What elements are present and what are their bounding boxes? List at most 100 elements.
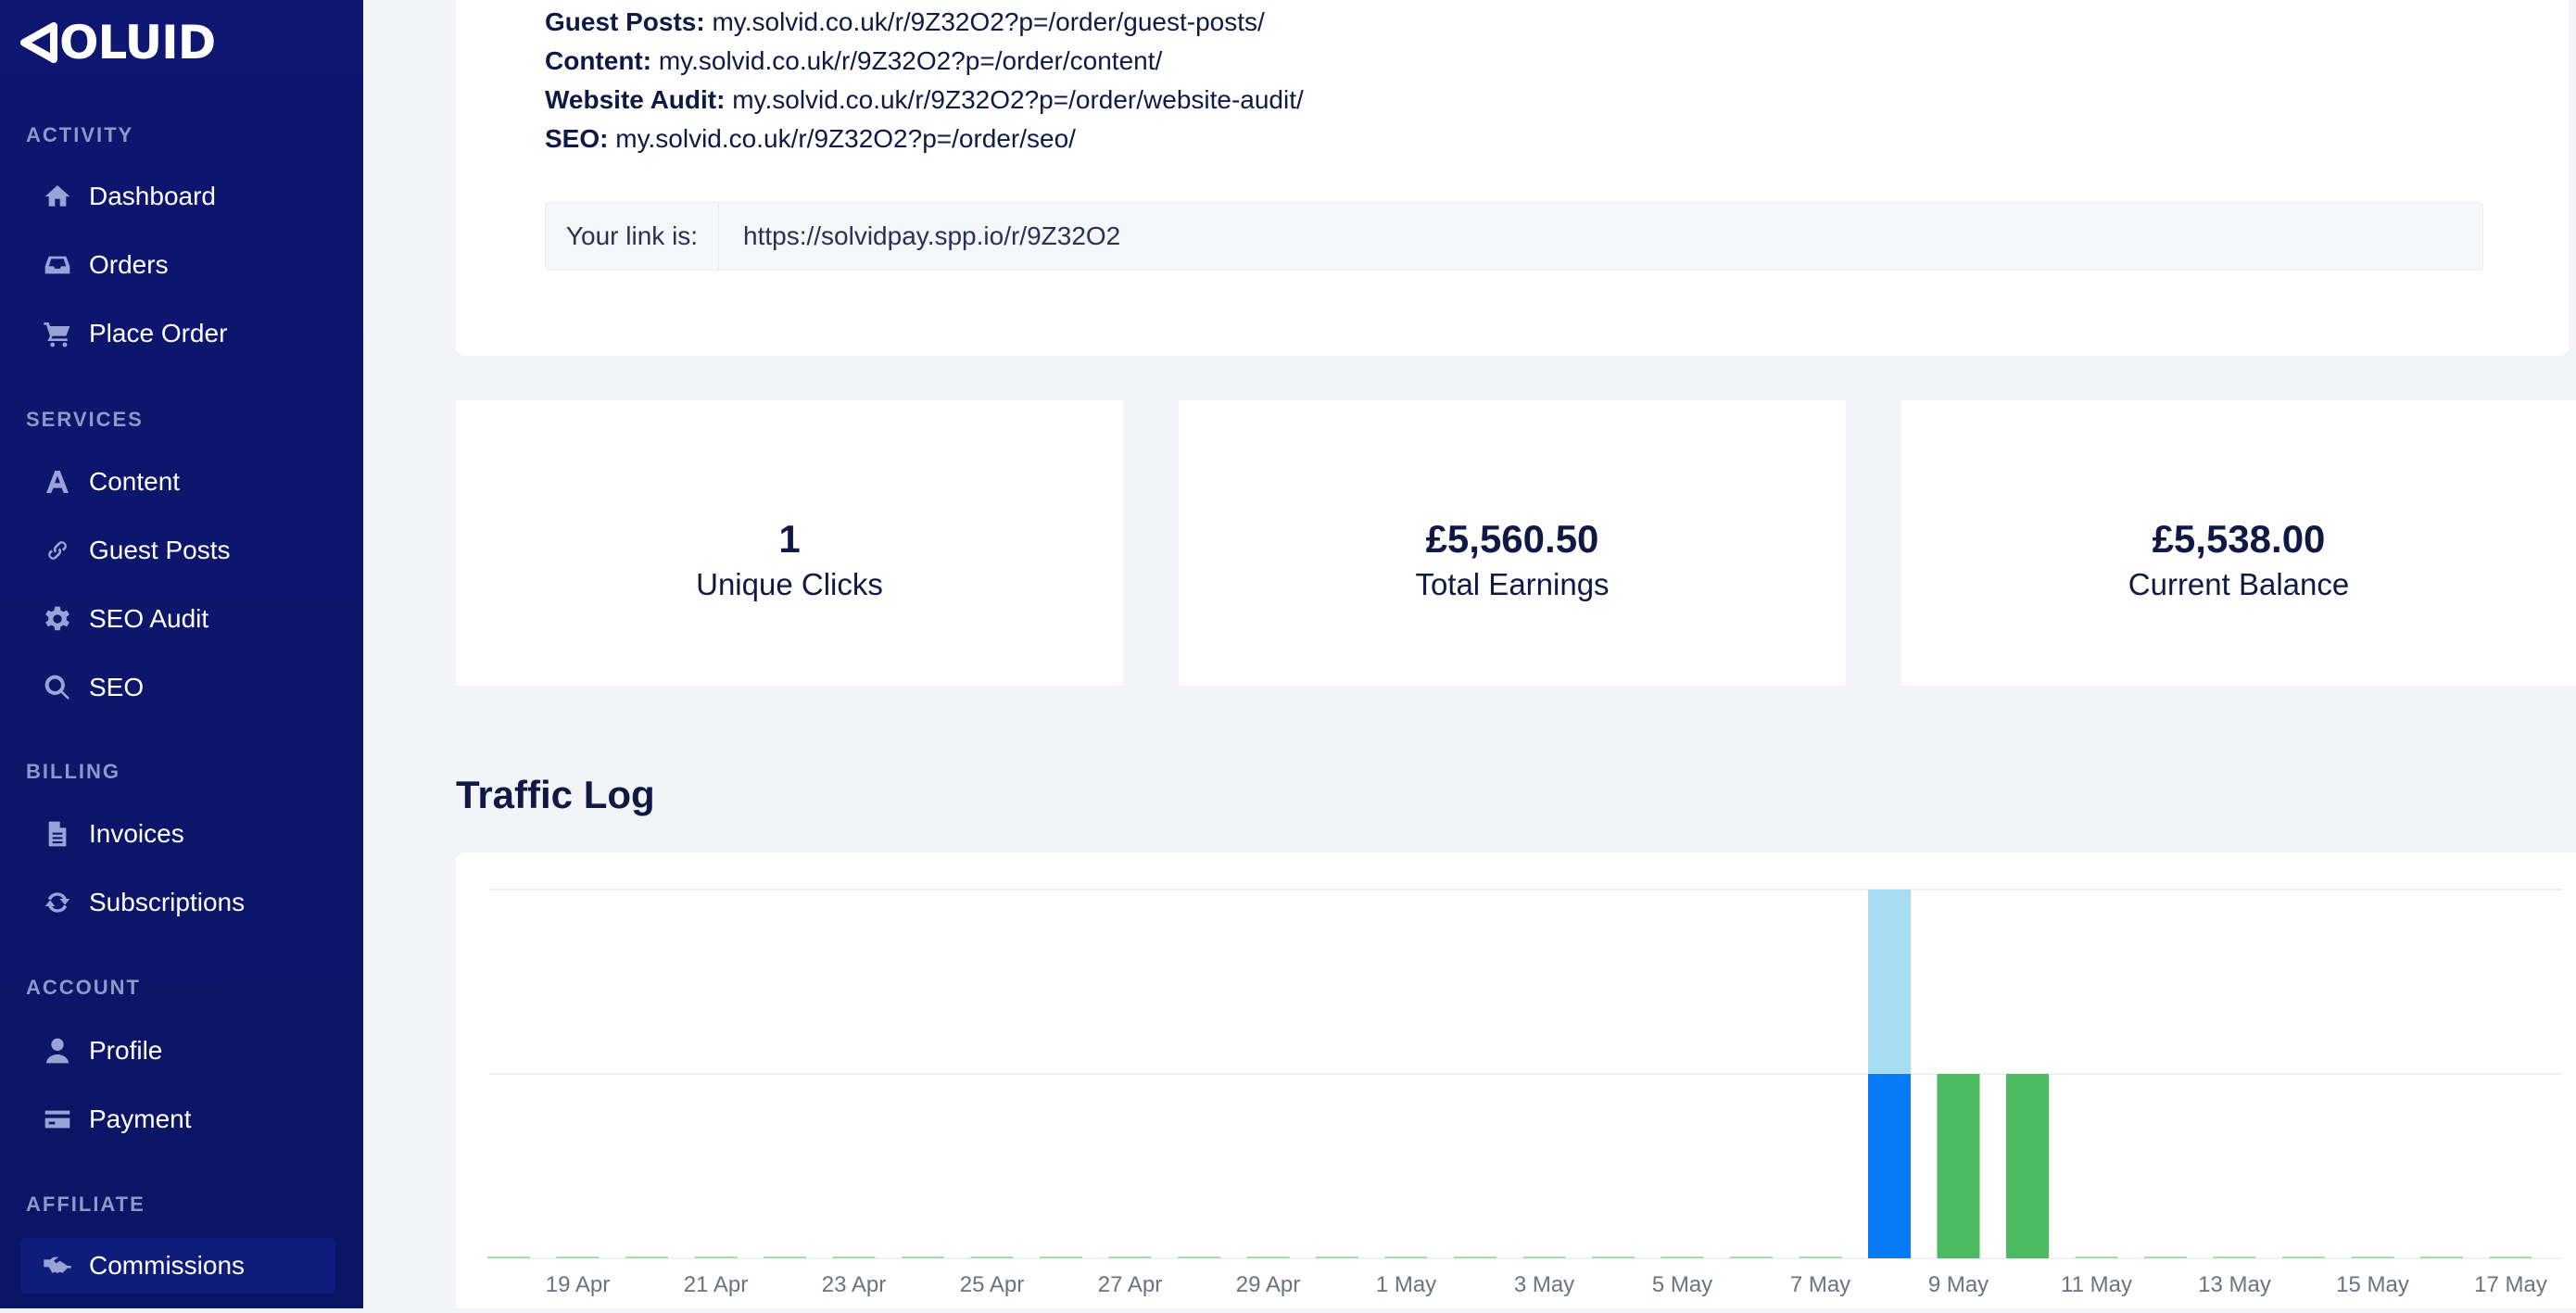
- sidebar-item-label: Commissions: [89, 1251, 246, 1280]
- sidebar-item-label: Orders: [89, 250, 169, 279]
- chart-bar-zero[interactable]: [1316, 1256, 1358, 1258]
- referral-link-seo: SEO: my.solvid.co.uk/r/9Z32O2?p=/order/s…: [545, 124, 1076, 154]
- section-account: ACCOUNT: [26, 976, 141, 999]
- gear-icon: [41, 602, 74, 636]
- chart-bar-zero[interactable]: [902, 1256, 944, 1258]
- chart-bar-zero[interactable]: [1384, 1256, 1428, 1258]
- chart-bar-zero[interactable]: [2213, 1256, 2256, 1258]
- chart-bar-zero[interactable]: [1454, 1256, 1496, 1258]
- brand-logo[interactable]: OLUID: [19, 16, 216, 69]
- referral-link-label: Guest Posts:: [545, 7, 705, 36]
- brand-name: OLUID: [59, 16, 216, 69]
- section-affiliate: AFFILIATE: [26, 1193, 145, 1216]
- chart-bar-zero[interactable]: [694, 1256, 738, 1258]
- sidebar-item-commissions[interactable]: Commissions: [20, 1238, 335, 1294]
- x-tick-label: 27 Apr: [1098, 1272, 1162, 1297]
- chart-bar-zero[interactable]: [2420, 1256, 2463, 1258]
- stat-label: Current Balance: [2128, 567, 2350, 601]
- chart-bar-zero[interactable]: [2282, 1256, 2325, 1258]
- handshake-icon: [41, 1249, 74, 1282]
- document-icon: [41, 817, 74, 851]
- referral-link-value[interactable]: https://solvidpay.spp.io/r/9Z32O2: [719, 221, 1120, 251]
- traffic-log-title: Traffic Log: [456, 773, 655, 816]
- sidebar-item-dashboard[interactable]: Dashboard: [20, 169, 335, 224]
- chart-bar-zero[interactable]: [1661, 1256, 1704, 1258]
- sidebar-item-orders[interactable]: Orders: [20, 237, 335, 293]
- referral-link-website-audit: Website Audit: my.solvid.co.uk/r/9Z32O2?…: [545, 85, 1304, 115]
- cart-icon: [41, 317, 74, 350]
- chart-bar-zero[interactable]: [556, 1256, 600, 1258]
- chart-bar-zero[interactable]: [2075, 1256, 2118, 1258]
- stat-card-total-earnings: £5,560.50 Total Earnings: [1179, 400, 1846, 686]
- referral-link-url: my.solvid.co.uk/r/9Z32O2?p=/order/websit…: [732, 85, 1304, 114]
- sidebar-item-label: Subscriptions: [89, 888, 246, 916]
- chart-bar[interactable]: [2006, 1074, 2049, 1258]
- traffic-log-chart: 19 Apr 21 Apr 23 Apr 25 Apr 27 Apr 29 Apr 1 Ma…: [487, 889, 2561, 1297]
- referral-link-guest-posts: Guest Posts: my.solvid.co.uk/r/9Z32O2?p=…: [545, 7, 1265, 37]
- chart-bar-zero[interactable]: [625, 1256, 668, 1258]
- referral-link-field[interactable]: Your link is: https://solvidpay.spp.io/r…: [545, 202, 2483, 271]
- sidebar-item-label: Payment: [89, 1105, 192, 1133]
- section-activity: ACTIVITY: [26, 123, 134, 146]
- referral-link-content: Content: my.solvid.co.uk/r/9Z32O2?p=/ord…: [545, 46, 1162, 76]
- sidebar-item-content[interactable]: Content: [20, 454, 335, 510]
- referral-link-url: my.solvid.co.uk/r/9Z32O2?p=/order/conten…: [658, 46, 1163, 75]
- search-icon: [41, 671, 74, 704]
- chart-bar-zero[interactable]: [1592, 1256, 1635, 1258]
- sidebar-item-invoices[interactable]: Invoices: [20, 806, 335, 862]
- chart-bar-zero[interactable]: [2489, 1256, 2532, 1258]
- chart-bar-zero[interactable]: [2144, 1256, 2187, 1258]
- chart-bar[interactable]: [1937, 1074, 1980, 1258]
- chart-bar-zero[interactable]: [764, 1256, 806, 1258]
- sidebar-item-label: SEO Audit: [89, 604, 209, 633]
- logo-mark-icon: [20, 22, 57, 63]
- referral-link-label: Website Audit:: [545, 85, 726, 114]
- x-tick-label: 7 May: [1790, 1272, 1850, 1297]
- x-tick-label: 25 Apr: [960, 1272, 1024, 1297]
- chart-bar-zero[interactable]: [1246, 1256, 1290, 1258]
- sidebar-item-seo-audit[interactable]: SEO Audit: [20, 591, 335, 647]
- sidebar-item-label: Dashboard: [89, 182, 216, 210]
- referral-link-url: my.solvid.co.uk/r/9Z32O2?p=/order/guest-…: [712, 7, 1265, 36]
- chart-bar-zero[interactable]: [1730, 1256, 1773, 1258]
- font-icon: [41, 465, 74, 499]
- chart-bar-zero[interactable]: [487, 1256, 530, 1258]
- chart-bar-zero[interactable]: [832, 1256, 876, 1258]
- sidebar-item-label: Content: [89, 467, 181, 496]
- chart-bar-zero[interactable]: [970, 1256, 1014, 1258]
- chart-bar[interactable]: [1868, 1074, 1911, 1258]
- chart-bar-zero[interactable]: [1799, 1256, 1842, 1258]
- sidebar: OLUID ACTIVITY SERVICES BILLING ACCOUNT …: [0, 0, 363, 1308]
- stat-value: £5,560.50: [1425, 517, 1599, 561]
- referral-link-label: SEO:: [545, 124, 609, 153]
- section-billing: BILLING: [26, 760, 120, 783]
- stat-card-current-balance: £5,538.00 Current Balance: [1901, 400, 2576, 686]
- x-tick-label: 11 May: [2061, 1272, 2132, 1297]
- chart-bar-zero[interactable]: [1178, 1256, 1220, 1258]
- stat-value: £5,538.00: [2152, 517, 2326, 561]
- chart-bar[interactable]: [1868, 890, 1911, 1074]
- sidebar-item-place-order[interactable]: Place Order: [20, 306, 335, 361]
- x-tick-label: 1 May: [1376, 1272, 1436, 1297]
- sidebar-item-label: SEO: [89, 673, 145, 701]
- sidebar-item-subscriptions[interactable]: Subscriptions: [20, 875, 335, 930]
- sidebar-item-profile[interactable]: Profile: [20, 1023, 335, 1079]
- link-icon: [41, 534, 74, 567]
- sidebar-item-label: Place Order: [89, 319, 228, 347]
- x-tick-label: 21 Apr: [684, 1272, 748, 1297]
- x-tick-label: 17 May: [2474, 1272, 2547, 1297]
- referral-link-url: my.solvid.co.uk/r/9Z32O2?p=/order/seo/: [615, 124, 1076, 153]
- sidebar-item-seo[interactable]: SEO: [20, 660, 335, 715]
- referral-link-label: Content:: [545, 46, 652, 75]
- sidebar-item-payment[interactable]: Payment: [20, 1092, 335, 1147]
- home-icon: [41, 180, 74, 213]
- sidebar-item-label: Guest Posts: [89, 536, 231, 564]
- chart-bar-zero[interactable]: [1522, 1256, 1566, 1258]
- chart-bar-zero[interactable]: [1108, 1256, 1152, 1258]
- user-icon: [41, 1034, 74, 1067]
- stat-label: Unique Clicks: [696, 567, 883, 601]
- chart-bar-zero[interactable]: [2351, 1256, 2394, 1258]
- chart-bar-zero[interactable]: [1040, 1256, 1082, 1258]
- sidebar-item-guest-posts[interactable]: Guest Posts: [20, 523, 335, 578]
- x-tick-label: 15 May: [2336, 1272, 2409, 1297]
